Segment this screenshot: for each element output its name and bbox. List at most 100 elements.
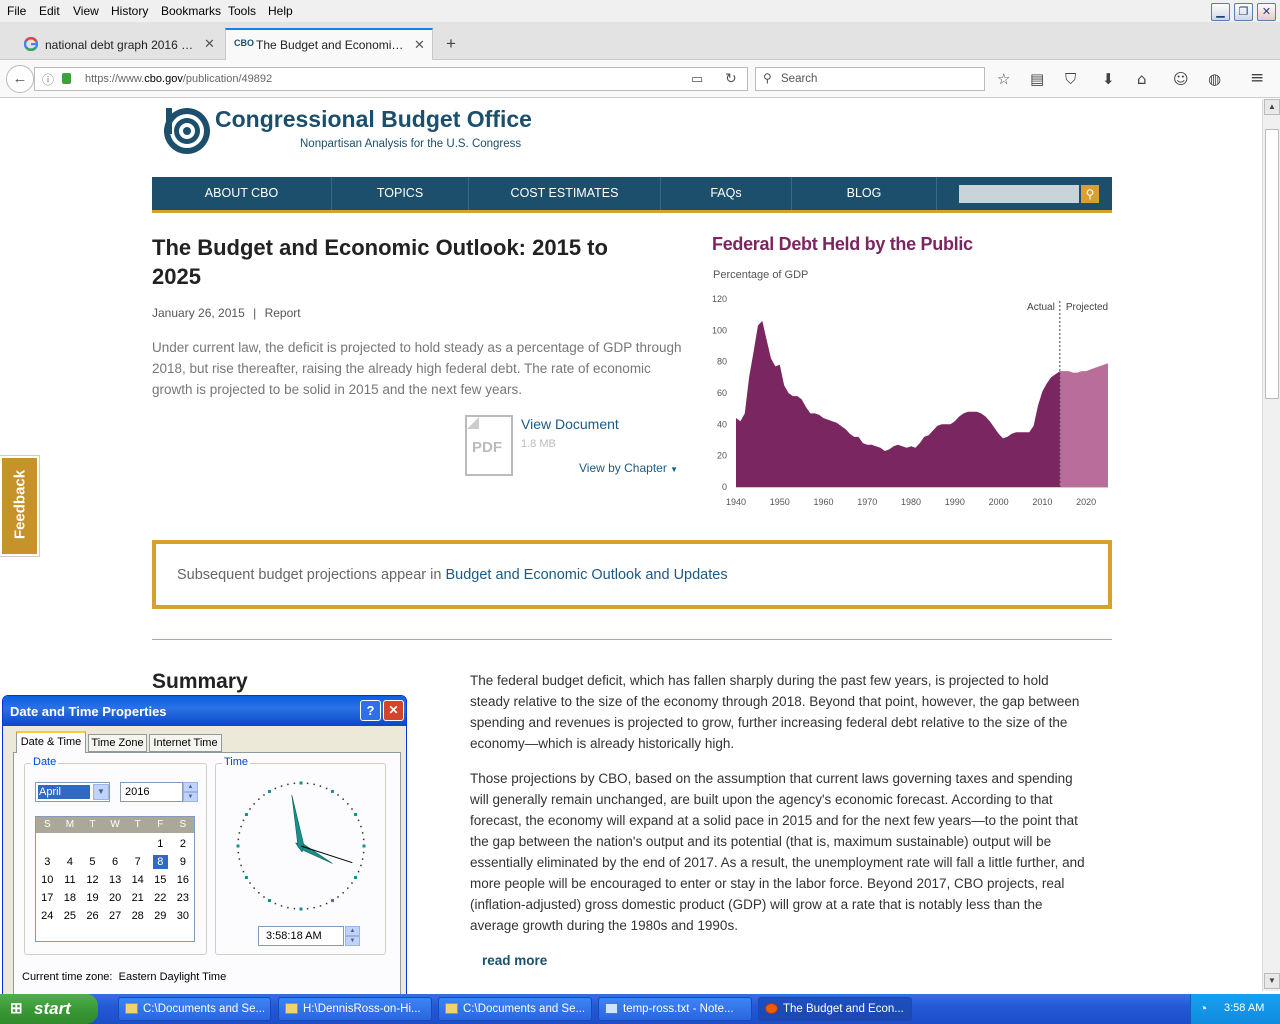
scroll-up-icon[interactable]: ▲ [1264,99,1280,115]
taskbar-item[interactable]: C:\Documents and Se... [118,997,271,1021]
reload-icon[interactable]: ↻ [725,70,737,87]
taskbar-item-active[interactable]: The Budget and Econ... [758,997,912,1021]
menu-bookmarks[interactable]: Bookmarks [161,4,221,18]
scroll-down-icon[interactable]: ▼ [1264,973,1280,989]
network-icon[interactable]: ◔ [1199,1000,1207,1016]
scroll-thumb[interactable] [1265,129,1279,399]
hello-icon[interactable]: ☺ [1173,70,1189,88]
search-box[interactable]: ⚲ Search [755,67,985,91]
calendar-day[interactable]: 5 [85,855,100,869]
close-window-button[interactable]: ✕ [1257,3,1276,21]
calendar-day[interactable]: 28 [130,909,145,923]
reader-view-icon[interactable]: ▭ [691,71,703,87]
minimize-button[interactable]: ▁ [1211,3,1230,21]
calendar-day[interactable]: 6 [108,855,123,869]
calendar-day[interactable]: 18 [63,891,78,905]
back-arrow-icon[interactable]: ← [6,65,34,93]
nav-blog[interactable]: BLOG [792,177,937,210]
maximize-button[interactable]: ❐ [1234,3,1253,21]
calendar-day[interactable]: 1 [153,837,168,851]
notice-link[interactable]: Budget and Economic Outlook and Updates [445,567,727,583]
nav-about-cbo[interactable]: ABOUT CBO [152,177,332,210]
calendar-day[interactable]: 13 [108,873,123,887]
taskbar-clock[interactable]: 3:58 AM [1224,1002,1264,1014]
home-icon[interactable]: ⌂ [1137,70,1147,88]
calendar-day[interactable]: 12 [85,873,100,887]
url-bar[interactable]: ⓘ https://www.cbo.gov/publication/49892 … [34,67,748,91]
calendar-day[interactable]: 3 [40,855,55,869]
view-document-link[interactable]: View Document [521,416,619,432]
calendar-day[interactable]: 25 [63,909,78,923]
calendar-day[interactable]: 15 [153,873,168,887]
nav-faqs[interactable]: FAQs [661,177,792,210]
dialog-titlebar[interactable]: Date and Time Properties ? ✕ [3,696,406,726]
calendar-day[interactable]: 23 [176,891,191,905]
time-stepper[interactable]: ▲ ▼ [345,926,360,946]
month-select[interactable]: April ▼ [35,782,110,802]
calendar-day[interactable]: 26 [85,909,100,923]
calendar[interactable]: SMTWTFS 1 2 3 4 5 6 7 8 9 10 11 12 13 14 15 16 17 18 19 20 2… [35,816,195,942]
menu-tools[interactable]: Tools [228,4,256,18]
tab-cbo-active[interactable]: CBO The Budget and Economic Ou... ✕ [225,28,433,61]
help-button[interactable]: ? [360,700,381,721]
calendar-day[interactable]: 24 [40,909,55,923]
close-tab-icon[interactable]: ✕ [414,37,425,53]
calendar-day[interactable]: 9 [176,855,191,869]
calendar-day[interactable]: 22 [153,891,168,905]
feedback-tab[interactable]: Feedback [0,455,40,557]
chevron-down-icon[interactable]: ▼ [93,784,109,800]
down-arrow-icon[interactable]: ▼ [183,792,198,802]
down-arrow-icon[interactable]: ▼ [345,936,360,946]
site-title[interactable]: Congressional Budget Office [215,106,532,133]
calendar-day[interactable]: 4 [63,855,78,869]
calendar-day[interactable]: 10 [40,873,55,887]
calendar-day[interactable]: 17 [40,891,55,905]
tab-internet-time[interactable]: Internet Time [149,734,222,752]
calendar-day[interactable]: 27 [108,909,123,923]
calendar-day[interactable]: 7 [130,855,145,869]
close-tab-icon[interactable]: ✕ [204,36,215,52]
calendar-day[interactable]: 16 [176,873,191,887]
info-icon[interactable]: ⓘ [42,71,54,88]
dialog-close-button[interactable]: ✕ [383,700,404,721]
site-search-input[interactable] [959,185,1079,203]
bookmarks-list-icon[interactable]: ▤ [1030,70,1044,88]
start-button[interactable]: ⊞ start [0,994,98,1024]
nav-cost-estimates[interactable]: COST ESTIMATES [469,177,661,210]
menu-file[interactable]: File [7,4,26,18]
year-stepper[interactable]: ▲ ▼ [183,782,198,802]
read-more-link[interactable]: read more [470,950,1090,971]
calendar-day[interactable]: 19 [85,891,100,905]
menu-view[interactable]: View [73,4,99,18]
time-input[interactable]: 3:58:18 AM [258,926,344,946]
calendar-day[interactable]: 30 [176,909,191,923]
vertical-scrollbar[interactable]: ▲ ▼ [1262,99,1280,991]
menu-help[interactable]: Help [268,4,293,18]
view-by-chapter-link[interactable]: View by Chapter ▼ [579,461,678,475]
up-arrow-icon[interactable]: ▲ [183,782,198,792]
pocket-icon[interactable]: ⛉ [1065,70,1076,88]
calendar-day[interactable]: 21 [130,891,145,905]
menu-history[interactable]: History [111,4,148,18]
calendar-day[interactable]: 29 [153,909,168,923]
calendar-day[interactable]: 11 [63,873,78,887]
tab-time-zone[interactable]: Time Zone [88,734,147,752]
tab-google-search[interactable]: national debt graph 2016 site... ✕ [18,30,223,60]
calendar-day[interactable]: 2 [176,837,191,851]
menu-edit[interactable]: Edit [39,4,60,18]
tab-date-time[interactable]: Date & Time [16,731,86,753]
cbo-logo-icon[interactable] [162,106,212,156]
nav-topics[interactable]: TOPICS [332,177,469,210]
new-tab-icon[interactable]: + [446,34,456,54]
site-search-icon[interactable]: ⚲ [1081,185,1099,203]
extension-icon[interactable]: ◍ [1208,70,1221,88]
taskbar-item[interactable]: C:\Documents and Se... [438,997,592,1021]
taskbar-item[interactable]: temp-ross.txt - Note... [598,997,752,1021]
pdf-icon[interactable]: PDF [465,415,513,476]
taskbar-item[interactable]: H:\DennisRoss-on-Hi... [278,997,432,1021]
hamburger-menu-icon[interactable]: ≡ [1250,68,1264,88]
calendar-day-selected[interactable]: 8 [153,855,168,869]
calendar-day[interactable]: 20 [108,891,123,905]
bookmark-star-icon[interactable]: ☆ [997,70,1010,88]
downloads-icon[interactable]: ⬇ [1102,70,1115,88]
